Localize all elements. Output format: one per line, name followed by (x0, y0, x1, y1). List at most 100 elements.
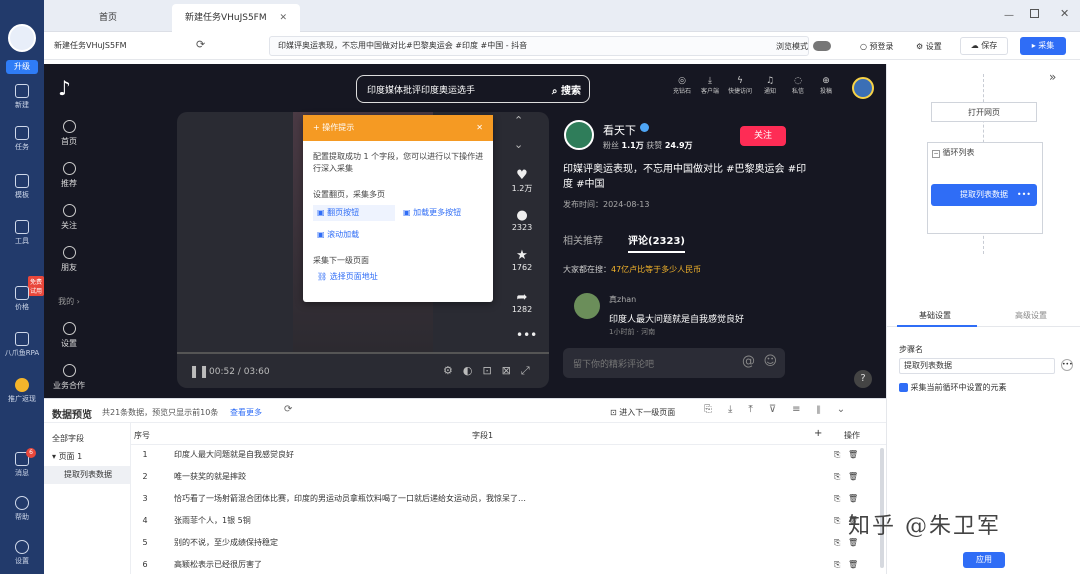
tab-home[interactable]: 首页 (44, 4, 172, 32)
download-icon: ⤓ (708, 76, 712, 86)
settings-tab-advanced[interactable]: 高级设置 (1015, 310, 1047, 321)
rail-tools[interactable]: 工具 (0, 220, 44, 246)
user-avatar-douyin[interactable] (852, 77, 874, 99)
url-input[interactable]: 印媒评奥运表现，不忘用中国做对比#巴黎奥运会 #印度 #中国 - 抖音 (269, 36, 809, 56)
douyin-nav-follow[interactable]: 关注 (44, 204, 94, 231)
video-controls-icons[interactable]: ⚙◐⊡⊠⤢ (443, 364, 540, 378)
comment-input[interactable]: 留下你的精彩评论吧 @ ☺ (563, 348, 785, 378)
rail-pricing[interactable]: 价格 (0, 286, 44, 312)
close-tab-icon[interactable]: ✕ (280, 13, 288, 23)
row-actions-icon[interactable]: ⎘ 🗑 (834, 554, 858, 576)
author-name[interactable]: 看天下 (603, 122, 636, 138)
top-icon-client[interactable]: ⤓ 客户端 (698, 76, 722, 95)
pause-icon[interactable]: ❚❚ (189, 364, 209, 378)
author-avatar[interactable] (564, 120, 594, 150)
collapse-icon[interactable]: − (932, 150, 940, 158)
rail-rpa[interactable]: 八爪鱼RPA (0, 332, 44, 358)
top-icon-quick[interactable]: ϟ 快捷访问 (726, 76, 754, 95)
douyin-nav-recommend[interactable]: 推荐 (44, 162, 94, 189)
data-toolbar-icons[interactable]: ⎘⤓⤒⊽≡⦀⌄ (704, 404, 861, 415)
table-row[interactable]: 1 印度人最大问题就是自我感觉良好 ⎘ 🗑 (130, 444, 886, 466)
step-open-page[interactable]: 打开网页 (931, 102, 1037, 122)
step-extract-data[interactable]: 提取列表数据 ••• (931, 184, 1037, 206)
top-icon-message[interactable]: ◌ 私信 (786, 76, 810, 95)
table-row[interactable]: 5 别的不说，至少成绩保持稳定 ⎘ 🗑 (130, 532, 886, 554)
hot-search[interactable]: 大家都在搜：47亿卢比等于多少人民币 (563, 264, 701, 275)
extract-node[interactable]: 提取列表数据 (44, 466, 130, 484)
restore-icon[interactable] (1030, 9, 1039, 18)
douyin-nav-settings[interactable]: 设置 (44, 322, 94, 349)
rail-settings[interactable]: 设置 (0, 540, 44, 566)
apply-button[interactable]: 应用 (963, 552, 1005, 568)
like-stat[interactable]: ♥ 1.2万 (506, 168, 538, 194)
douyin-nav-mine[interactable]: 我的 › (44, 296, 94, 307)
close-popup-icon[interactable]: ✕ (476, 115, 483, 141)
more-options-icon[interactable]: ••• (1061, 359, 1073, 371)
douyin-nav-home[interactable]: 首页 (44, 120, 94, 147)
row-actions-icon[interactable]: ⎘ 🗑 (834, 466, 858, 488)
option-scroll-load[interactable]: ▣ 滚动加载 (317, 227, 359, 243)
add-column-icon[interactable]: + (814, 428, 822, 439)
rail-templates[interactable]: 模板 (0, 174, 44, 200)
upgrade-button[interactable]: 升级 (6, 60, 38, 74)
tab-related[interactable]: 相关推荐 (563, 232, 603, 247)
scroll-down-icon[interactable]: ⌄ (514, 138, 523, 151)
more-icon[interactable]: ••• (516, 328, 537, 342)
share-stat[interactable]: ➦ 1282 (506, 290, 538, 314)
top-icon-upload[interactable]: ⊕ 投稿 (814, 76, 838, 95)
comment-meta: 1小时前 · 河南 (609, 328, 656, 336)
option-load-more[interactable]: ▣ 加载更多按钮 (403, 205, 461, 221)
prelogin-button[interactable]: ○ 预登录 (860, 41, 894, 52)
tab-comments[interactable]: 评论(2323) (628, 232, 685, 253)
comment-placeholder: 留下你的精彩评论吧 (573, 360, 655, 370)
at-icon[interactable]: @ (742, 354, 755, 369)
rail-help[interactable]: 帮助 (0, 496, 44, 522)
star-stat[interactable]: ★ 1762 (506, 248, 538, 272)
page1-node[interactable]: ▾ 页面 1 (52, 451, 82, 462)
collapse-panel-icon[interactable]: » (1049, 70, 1056, 84)
table-row[interactable]: 6 高颖松表示已经很厉害了 ⎘ 🗑 (130, 554, 886, 576)
table-row[interactable]: 2 唯一获奖的就是摔跤 ⎘ 🗑 (130, 466, 886, 488)
row-actions-icon[interactable]: ⎘ 🗑 (834, 444, 858, 466)
settings-button[interactable]: ⚙ 设置 (916, 41, 942, 52)
top-icon-recharge[interactable]: ◎ 充钻石 (670, 76, 694, 95)
commenter-avatar[interactable] (574, 293, 600, 319)
douyin-search[interactable]: 印度媒体批评印度奥运选手 ⌕ 搜索 (356, 75, 590, 103)
scroll-up-icon[interactable]: ⌃ (514, 114, 523, 127)
row-actions-icon[interactable]: ⎘ 🗑 (834, 488, 858, 510)
refresh-icon[interactable]: ⟳ (196, 38, 205, 51)
enter-next-page-button[interactable]: ⊡ 进入下一级页面 (610, 407, 675, 418)
table-row[interactable]: 4 张雨菲个人，1银 5铜 ⎘ 🗑 (130, 510, 886, 532)
user-avatar[interactable] (8, 24, 36, 52)
minimize-icon[interactable]: — (1004, 10, 1014, 21)
view-more-link[interactable]: 查看更多 (230, 407, 262, 418)
rail-referral[interactable]: 推广返现 (0, 378, 44, 404)
help-circle-icon[interactable]: ? (854, 370, 872, 388)
top-icon-notify[interactable]: ♫ 通知 (758, 76, 782, 95)
follow-button[interactable]: 关注 (740, 126, 786, 146)
step-name-input[interactable]: 提取列表数据 (899, 358, 1055, 374)
browse-mode-toggle[interactable] (813, 41, 831, 51)
emoji-icon[interactable]: ☺ (763, 354, 777, 369)
douyin-nav-business[interactable]: 业务合作 (44, 364, 94, 391)
rail-messages[interactable]: 消息 (0, 452, 44, 478)
close-window-icon[interactable]: ✕ (1060, 7, 1069, 20)
refresh-data-icon[interactable]: ⟳ (284, 404, 292, 415)
search-button[interactable]: ⌕ 搜索 (552, 82, 581, 97)
tab-new-task[interactable]: 新建任务VHuJS5FM ✕ (172, 4, 300, 32)
collect-loop-checkbox[interactable]: 采集当前循环中设置的元素 (899, 382, 1007, 393)
douyin-nav-friends[interactable]: 朋友 (44, 246, 94, 273)
collect-button[interactable]: ▸ 采集 (1020, 37, 1066, 55)
save-button[interactable]: ☁ 保存 (960, 37, 1008, 55)
option-select-url[interactable]: ⛓ 选择页面地址 (317, 269, 378, 285)
rail-tasks[interactable]: 任务 (0, 126, 44, 152)
option-page-button[interactable]: ▣ 翻页按钮 (313, 205, 395, 221)
all-fields-label[interactable]: 全部字段 (52, 433, 84, 444)
settings-tab-basic[interactable]: 基础设置 (919, 310, 951, 321)
more-icon[interactable]: ••• (1017, 184, 1031, 206)
commenter-name[interactable]: 真zhan (609, 294, 636, 305)
comment-stat[interactable]: ● 2323 (506, 208, 538, 232)
table-row[interactable]: 3 恰巧看了一场射箭混合团体比赛，印度的男运动员拿瓶饮料喝了一口就后递给女运动员，… (130, 488, 886, 510)
video-progress[interactable] (177, 352, 549, 354)
rail-new[interactable]: 新建 (0, 84, 44, 110)
